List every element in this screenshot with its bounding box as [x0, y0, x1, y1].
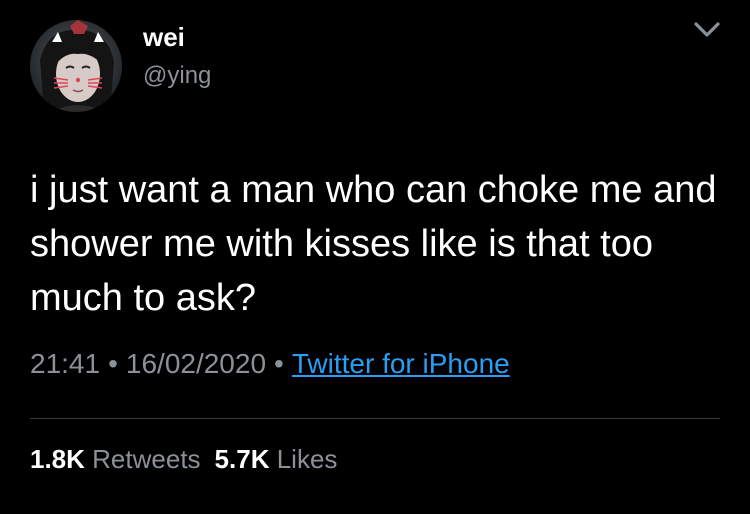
tweet-source-link[interactable]: Twitter for iPhone	[292, 348, 510, 379]
tweet-card: wei @ying i just want a man who can chok…	[0, 0, 750, 514]
likes-label: Likes	[276, 444, 338, 474]
retweets-label: Retweets	[92, 444, 201, 474]
tweet-text: i just want a man who can choke me and s…	[30, 169, 717, 319]
author-avatar[interactable]	[30, 20, 122, 112]
likes-count: 5.7K	[214, 444, 270, 474]
author-display-name[interactable]: wei	[143, 22, 185, 53]
likes-stat[interactable]: 5.7K Likes	[215, 444, 338, 474]
tweet-stats: 1.8K Retweets 5.7K Likes	[30, 444, 337, 475]
meta-separator: •	[274, 348, 284, 379]
meta-separator: •	[108, 348, 118, 379]
author-handle[interactable]: @ying	[143, 62, 211, 90]
tweet-date: 16/02/2020	[125, 348, 267, 379]
divider	[30, 418, 720, 419]
avatar-image	[30, 20, 122, 112]
tweet-metadata: 21:41 • 16/02/2020 • Twitter for iPhone	[30, 348, 510, 380]
retweets-count: 1.8K	[30, 444, 85, 474]
tweet-time: 21:41	[30, 348, 101, 379]
retweets-stat[interactable]: 1.8K Retweets	[30, 444, 201, 474]
chevron-down-icon[interactable]	[688, 14, 726, 44]
